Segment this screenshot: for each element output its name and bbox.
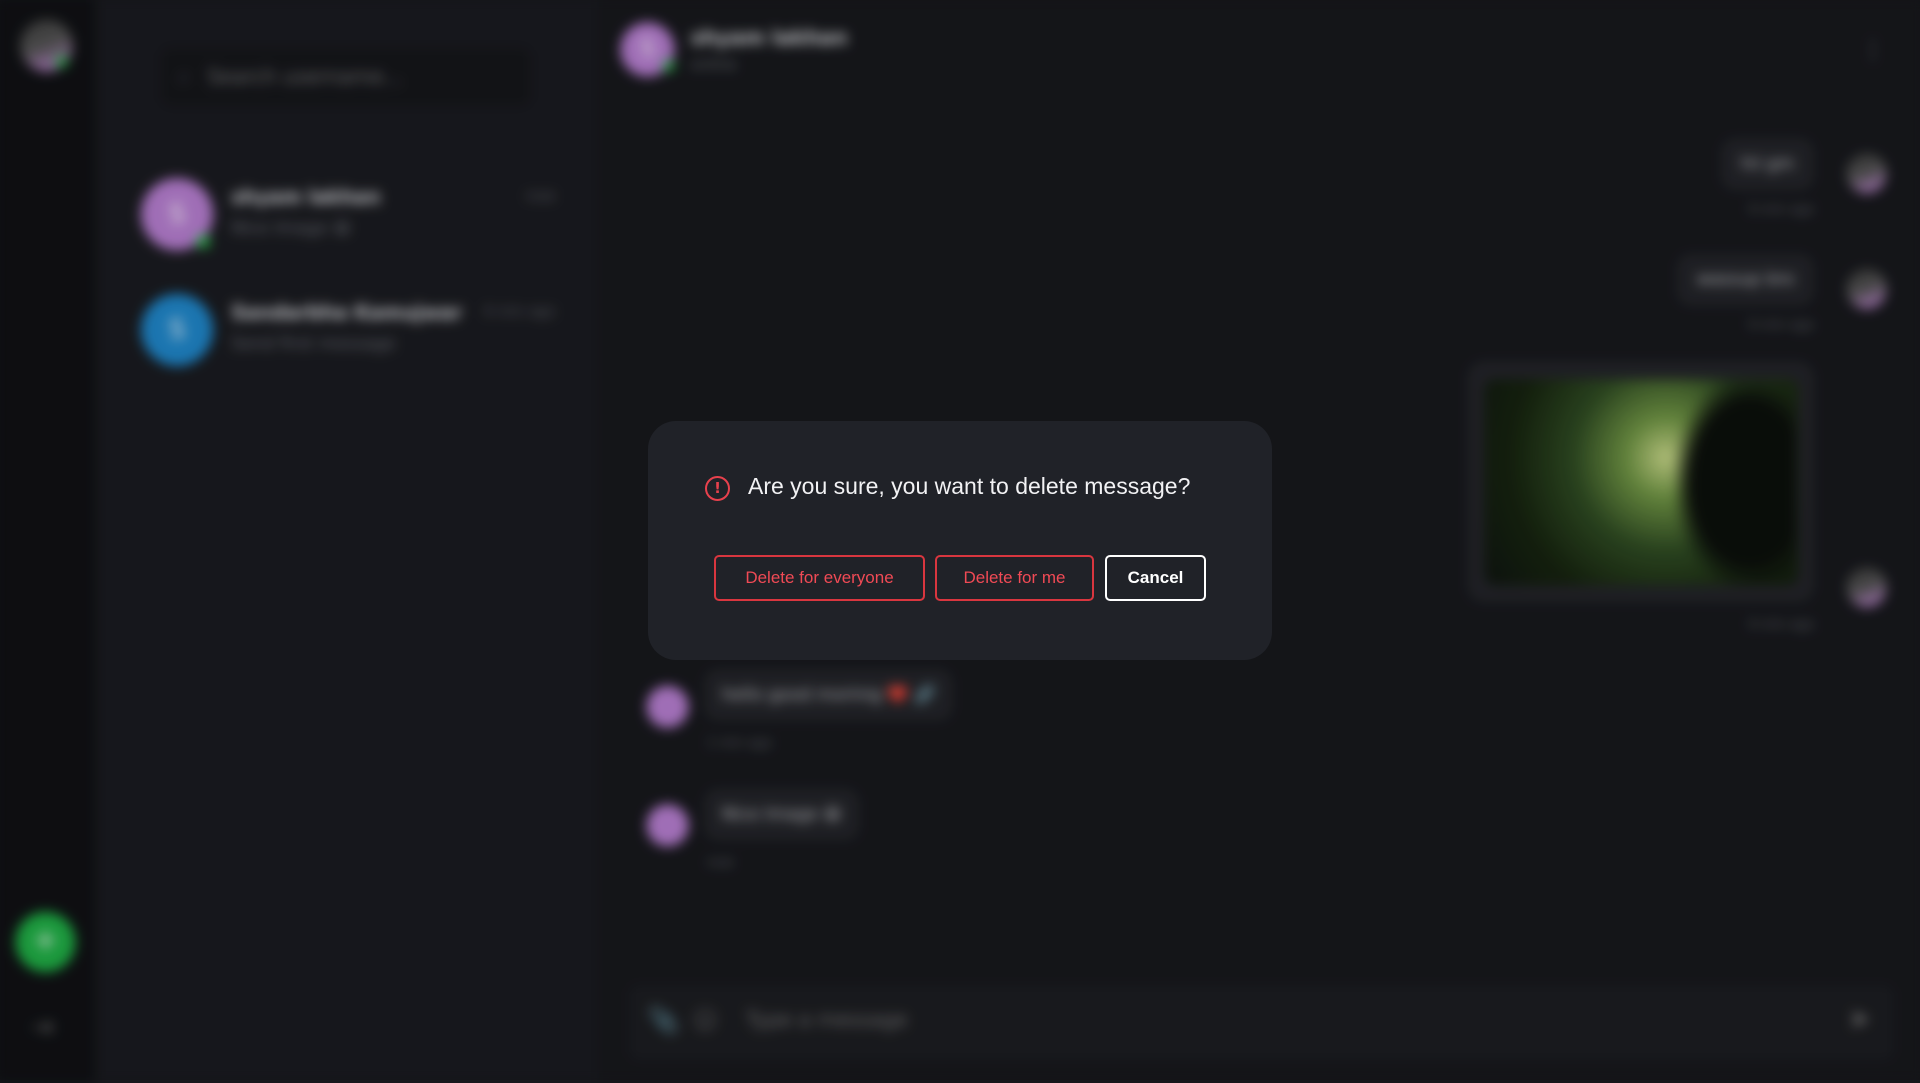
delete-confirm-dialog: ! Are you sure, you want to delete messa… [648, 421, 1272, 660]
delete-for-me-button[interactable]: Delete for me [935, 555, 1094, 601]
cancel-button[interactable]: Cancel [1105, 555, 1206, 601]
dialog-title: Are you sure, you want to delete message… [748, 473, 1191, 499]
delete-for-everyone-button[interactable]: Delete for everyone [714, 555, 925, 601]
warning-icon: ! [705, 476, 730, 501]
